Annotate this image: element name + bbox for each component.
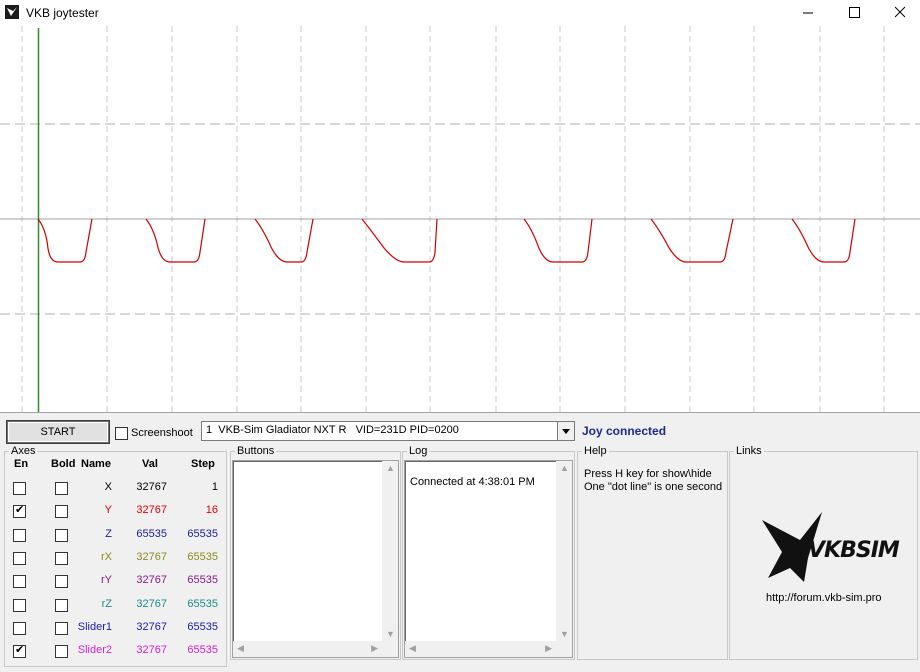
axis-enable-checkbox[interactable] bbox=[13, 575, 26, 588]
axis-step: 1 bbox=[211, 481, 218, 493]
axis-trace-pulse bbox=[145, 218, 206, 263]
axis-name: rY bbox=[101, 574, 112, 586]
axis-enable-checkbox[interactable] bbox=[13, 599, 26, 612]
log-list[interactable]: Connected at 4:38:01 PM ▲ ▼ ◀ ▶ bbox=[404, 460, 573, 658]
screenshoot-label: Screenshoot bbox=[131, 427, 193, 439]
buttons-hscrollbar[interactable]: ◀ ▶ bbox=[233, 641, 382, 657]
axis-graph bbox=[0, 26, 920, 413]
axis-trace-pulse bbox=[37, 218, 93, 263]
axes-header-step: Step bbox=[191, 458, 215, 470]
maximize-button[interactable] bbox=[831, 0, 877, 26]
axes-header-bold: Bold bbox=[51, 458, 76, 470]
buttons-list[interactable]: ▲ ▼ ◀ ▶ bbox=[232, 460, 399, 658]
log-group-label: Log bbox=[407, 445, 430, 457]
window-title: VKB joytester bbox=[26, 6, 99, 20]
close-button[interactable] bbox=[877, 0, 920, 26]
log-vscrollbar[interactable]: ▲ ▼ bbox=[556, 461, 572, 641]
buttons-vscrollbar[interactable]: ▲ ▼ bbox=[382, 461, 398, 641]
title-bar: VKB joytester bbox=[0, 0, 920, 26]
screenshoot-checkbox[interactable] bbox=[115, 427, 128, 440]
axis-name: Z bbox=[105, 528, 112, 540]
scroll-left-icon[interactable]: ◀ bbox=[409, 643, 416, 654]
axis-step: 16 bbox=[205, 504, 218, 516]
axis-name: rZ bbox=[101, 598, 112, 610]
scroll-right-icon[interactable]: ▶ bbox=[545, 643, 552, 654]
check-icon: ✔ bbox=[15, 644, 25, 656]
scroll-down-icon[interactable]: ▼ bbox=[560, 629, 569, 639]
axis-enable-checkbox[interactable] bbox=[13, 529, 26, 542]
axis-name: X bbox=[104, 481, 112, 493]
axis-step: 65535 bbox=[187, 574, 218, 586]
device-select-value: 1 VKB-Sim Gladiator NXT R VID=231D PID=0… bbox=[206, 424, 459, 436]
help-group-label: Help bbox=[582, 445, 609, 457]
scroll-up-icon[interactable]: ▲ bbox=[560, 463, 569, 473]
scroll-right-icon[interactable]: ▶ bbox=[371, 643, 378, 654]
axis-step: 65535 bbox=[187, 598, 218, 610]
axis-name: Y bbox=[104, 504, 112, 516]
vkbsim-logo[interactable]: VKBSIM bbox=[760, 510, 900, 590]
axis-step: 65535 bbox=[187, 621, 218, 633]
axis-enable-checkbox[interactable] bbox=[13, 622, 26, 635]
log-line: Connected at 4:38:01 PM bbox=[410, 476, 535, 488]
axis-step: 65535 bbox=[187, 528, 218, 540]
help-text-line-1: Press H key for show\hide bbox=[584, 468, 712, 480]
scroll-corner bbox=[556, 641, 572, 657]
log-hscrollbar[interactable]: ◀ ▶ bbox=[405, 641, 556, 657]
help-text-line-2: One "dot line" is one second bbox=[584, 481, 723, 493]
scroll-left-icon[interactable]: ◀ bbox=[237, 643, 244, 654]
axis-name: rX bbox=[101, 551, 112, 563]
connection-status: Joy connected bbox=[582, 424, 667, 438]
scroll-corner bbox=[382, 641, 398, 657]
axis-step: 65535 bbox=[187, 644, 218, 656]
chevron-down-icon[interactable] bbox=[557, 422, 574, 440]
links-group-label: Links bbox=[734, 445, 764, 457]
scroll-down-icon[interactable]: ▼ bbox=[386, 629, 395, 639]
vkbsim-logo-text: VKBSIM bbox=[808, 538, 900, 563]
axis-name: Slider2 bbox=[77, 644, 112, 656]
axis-name: Slider1 bbox=[77, 621, 112, 633]
check-icon: ✔ bbox=[15, 504, 25, 516]
axes-header-val: Val bbox=[142, 458, 158, 470]
start-button[interactable]: START bbox=[7, 421, 109, 443]
axis-enable-checkbox[interactable]: ✔ bbox=[13, 504, 26, 518]
forum-link[interactable]: http://forum.vkb-sim.pro bbox=[766, 592, 882, 604]
axis-trace-pulse bbox=[523, 218, 593, 263]
axis-trace-pulse bbox=[361, 218, 438, 263]
vkb-bird-icon bbox=[5, 5, 19, 19]
axes-header-name: Name bbox=[81, 458, 111, 470]
graph-canvas bbox=[0, 26, 920, 412]
axis-trace-pulse bbox=[254, 218, 314, 263]
minimize-button[interactable] bbox=[785, 0, 831, 26]
axis-enable-checkbox[interactable]: ✔ bbox=[13, 644, 26, 658]
axis-enable-checkbox[interactable] bbox=[13, 552, 26, 565]
axes-header-en: En bbox=[14, 458, 29, 470]
axis-step: 65535 bbox=[187, 551, 218, 563]
axes-group-label: Axes bbox=[9, 445, 38, 457]
axis-trace-pulse bbox=[791, 218, 856, 263]
buttons-group-label: Buttons bbox=[235, 445, 277, 457]
device-select[interactable]: 1 VKB-Sim Gladiator NXT R VID=231D PID=0… bbox=[201, 421, 575, 441]
axis-enable-checkbox[interactable] bbox=[13, 482, 26, 495]
scroll-up-icon[interactable]: ▲ bbox=[386, 463, 395, 473]
axis-trace-pulse bbox=[650, 218, 734, 263]
